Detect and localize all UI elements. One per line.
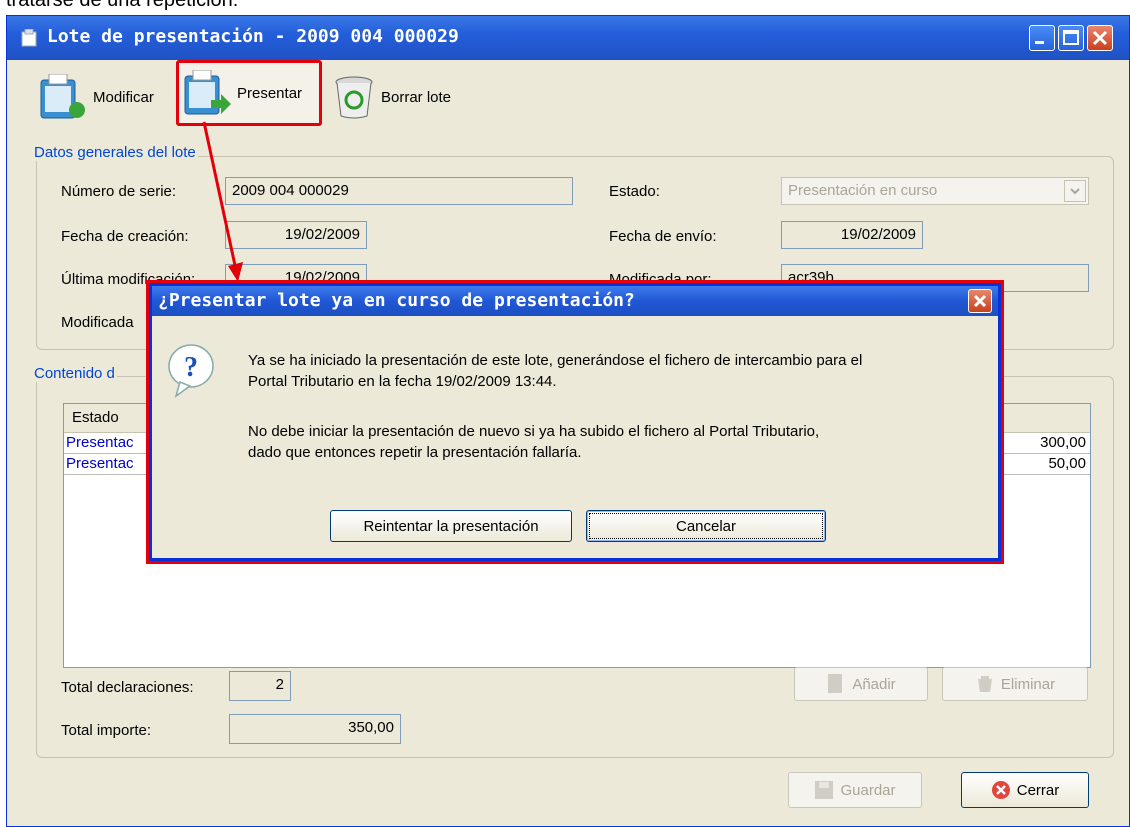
trash-icon (977, 676, 992, 692)
send-date-label: Fecha de envío: (609, 228, 717, 245)
delete-label: Eliminar (1000, 675, 1056, 693)
present-button[interactable]: Presentar (176, 60, 322, 126)
creation-date-label: Fecha de creación: (61, 228, 189, 245)
total-declarations-label: Total declaraciones: (61, 679, 194, 696)
total-amount-label: Total importe: (61, 722, 152, 739)
chevron-down-icon (1070, 188, 1080, 195)
row-status: Presentac (66, 434, 134, 451)
save-label: Guardar (840, 781, 896, 799)
window-close-button[interactable] (1087, 25, 1113, 51)
svg-text:?: ? (184, 352, 198, 383)
recycle-bin-icon (335, 76, 373, 119)
send-date-field[interactable]: 19/02/2009 (781, 221, 923, 249)
delete-button[interactable]: Eliminar (942, 667, 1088, 701)
modify-label: Modificar (93, 88, 154, 106)
total-declarations-field[interactable]: 2 (229, 671, 291, 701)
retry-label: Reintentar la presentación (363, 517, 539, 535)
window-title: Lote de presentación - 2009 004 000029 (47, 26, 459, 47)
window-titlebar: Lote de presentación - 2009 004 000029 (7, 16, 1129, 60)
dialog-message-line: No debe iniciar la presentación de nuevo… (248, 423, 820, 440)
minimize-icon (1035, 41, 1044, 44)
dropdown-button[interactable] (1064, 180, 1086, 202)
annotation-arrow (202, 121, 243, 282)
content-title: Contenido d (32, 365, 117, 382)
dialog-body: ¿Presentar lote ya en curso de presentac… (152, 286, 998, 558)
maximize-icon (1063, 30, 1079, 45)
maximize-button[interactable] (1058, 25, 1084, 51)
dialog-message-line: Portal Tributario en la fecha 19/02/2009… (248, 373, 557, 390)
question-icon: ? (168, 344, 214, 398)
present-icon (184, 70, 231, 115)
batch-icon (21, 29, 37, 47)
dialog-message-line: Ya se ha iniciado la presentación de est… (248, 352, 863, 369)
close-button[interactable]: Cerrar (961, 772, 1089, 808)
dialog-title: ¿Presentar lote ya en curso de presentac… (158, 290, 635, 311)
status-label: Estado: (609, 183, 660, 200)
add-document-icon (828, 674, 843, 693)
cancel-button[interactable]: Cancelar (586, 510, 826, 542)
modify-button[interactable]: Modificar (39, 74, 154, 120)
delete-batch-button[interactable]: Borrar lote (331, 74, 451, 120)
dialog-close-button[interactable] (968, 289, 992, 313)
dialog-titlebar: ¿Presentar lote ya en curso de presentac… (152, 286, 998, 316)
close-icon (1092, 30, 1108, 46)
present-label: Presentar (237, 84, 303, 102)
row-amount: 50,00 (1048, 455, 1086, 472)
status-select-value: Presentación en curso (788, 182, 938, 199)
modified-label: Modificada (61, 314, 134, 331)
close-icon (973, 294, 987, 308)
add-label: Añadir (852, 675, 896, 693)
serial-number-field[interactable]: 2009 004 000029 (225, 177, 573, 205)
confirm-dialog: ¿Presentar lote ya en curso de presentac… (146, 280, 1004, 564)
document-caption: tratarse de una repetición: (6, 0, 239, 11)
add-button[interactable]: Añadir (794, 667, 928, 701)
general-data-title: Datos generales del lote (32, 144, 198, 161)
serial-number-label: Número de serie: (61, 183, 177, 200)
column-header-status[interactable]: Estado (72, 409, 119, 426)
row-amount: 300,00 (1040, 434, 1086, 451)
cancel-icon (991, 781, 1010, 799)
retry-presentation-button[interactable]: Reintentar la presentación (330, 510, 572, 542)
close-label: Cerrar (1016, 781, 1060, 799)
save-button[interactable]: Guardar (788, 772, 922, 808)
cancel-label: Cancelar (675, 517, 737, 535)
floppy-disk-icon (815, 781, 834, 799)
minimize-button[interactable] (1029, 25, 1055, 51)
total-amount-field[interactable]: 350,00 (229, 714, 401, 744)
dialog-message-line: dado que entonces repetir la presentació… (248, 444, 582, 461)
row-status: Presentac (66, 455, 134, 472)
delete-batch-label: Borrar lote (381, 88, 452, 106)
status-select[interactable]: Presentación en curso (781, 177, 1089, 205)
modify-icon (40, 74, 85, 119)
